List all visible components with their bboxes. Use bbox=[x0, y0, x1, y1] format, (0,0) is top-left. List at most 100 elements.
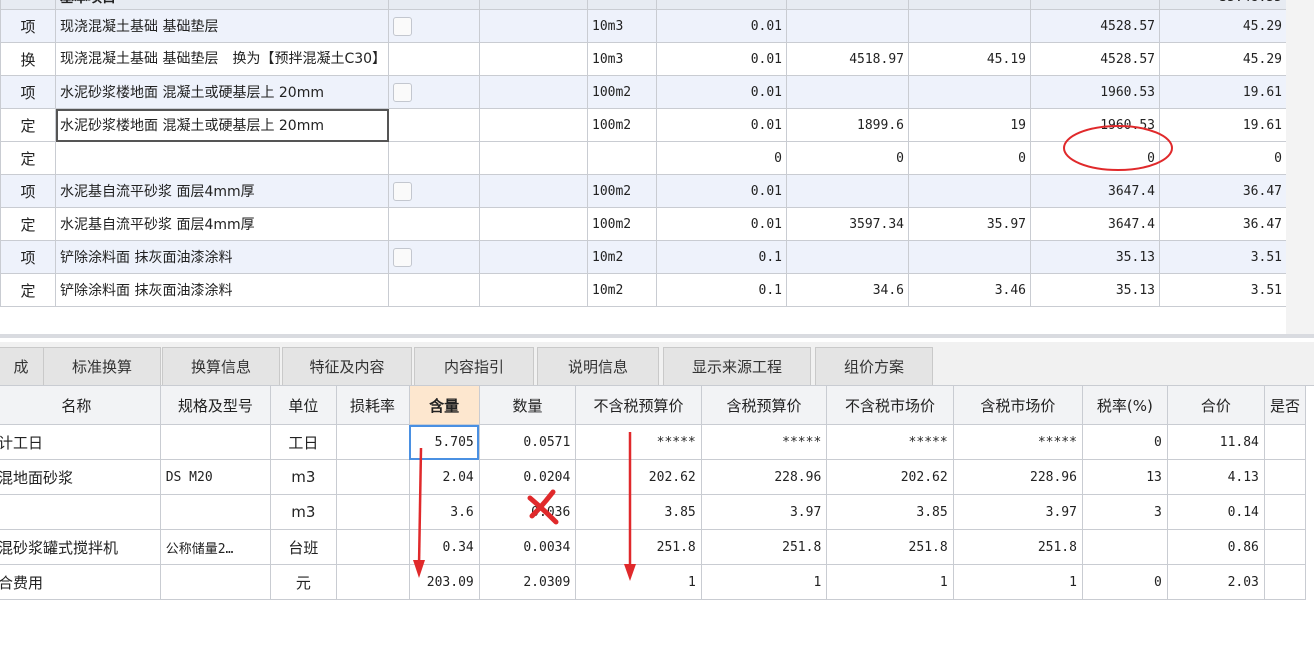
empty-cell[interactable] bbox=[479, 42, 588, 76]
resource-row[interactable]: 混地面砂浆 DS M20 m3 2.04 0.0204 202.62 228.96 202.6… bbox=[0, 459, 1307, 495]
quantity-cell[interactable]: 0.0571 bbox=[478, 424, 577, 460]
name-cell[interactable]: 计工日 bbox=[0, 424, 161, 460]
content-cell[interactable]: 203.09 bbox=[408, 564, 480, 600]
upper-table-row[interactable]: 项水泥基自流平砂浆 面层4mm厚 100m2 0.01 3647.4 36.47 bbox=[0, 174, 1287, 208]
extra-cell[interactable] bbox=[1263, 494, 1307, 530]
tab-3[interactable]: 特征及内容 bbox=[282, 347, 412, 385]
column-header[interactable]: 税率(%) bbox=[1081, 385, 1168, 425]
tab-1[interactable]: 标准换算 bbox=[43, 347, 161, 385]
total-cell[interactable]: 0.14 bbox=[1166, 494, 1265, 530]
tax-rate-cell[interactable] bbox=[1081, 529, 1168, 565]
loss-rate-cell[interactable] bbox=[335, 564, 410, 600]
total-cell[interactable]: 36.47 bbox=[1159, 174, 1287, 208]
unit-cell[interactable]: m3 bbox=[270, 459, 337, 495]
loss-rate-cell[interactable] bbox=[335, 494, 410, 530]
budget-price-excl-tax-cell[interactable]: 3.85 bbox=[575, 494, 702, 530]
row-type-cell[interactable]: 定 bbox=[0, 273, 56, 307]
item-name-cell[interactable]: 水泥基自流平砂浆 面层4mm厚 bbox=[55, 174, 389, 208]
comprehensive-price-cell[interactable]: 1960.53 bbox=[1030, 75, 1160, 109]
market-price-incl-tax-cell[interactable]: 251.8 bbox=[952, 529, 1083, 565]
tax-rate-cell[interactable]: 3 bbox=[1081, 494, 1168, 530]
quantity-cell[interactable]: 0.01 bbox=[656, 174, 787, 208]
quantity-cell[interactable]: 0.0204 bbox=[478, 459, 577, 495]
market-price-excl-tax-cell[interactable]: 1 bbox=[826, 564, 954, 600]
market-price-incl-tax-cell[interactable]: 3.97 bbox=[952, 494, 1083, 530]
upper-table-row[interactable]: 定铲除涂料面 抹灰面油漆涂料 10m2 0.1 34.6 3.46 35.13 3.51 bbox=[0, 273, 1287, 307]
total-cell[interactable]: 36.47 bbox=[1159, 207, 1287, 241]
quantity-cell[interactable]: 0.0034 bbox=[478, 529, 577, 565]
total-cell[interactable]: 45.29 bbox=[1159, 42, 1287, 76]
checkbox-cell[interactable] bbox=[388, 174, 480, 208]
loss-rate-cell[interactable] bbox=[335, 424, 410, 460]
content-cell[interactable]: 0.34 bbox=[408, 529, 480, 565]
upper-table-row[interactable]: 定水泥基自流平砂浆 面层4mm厚 100m2 0.01 3597.34 35.97 364… bbox=[0, 207, 1287, 241]
total-cell[interactable]: 19.61 bbox=[1159, 75, 1287, 109]
checkbox-cell[interactable] bbox=[388, 42, 480, 76]
row-type-cell[interactable]: 项 bbox=[0, 75, 56, 109]
empty-cell[interactable] bbox=[479, 207, 588, 241]
upper-table-row[interactable]: 项铲除涂料面 抹灰面油漆涂料 10m2 0.1 35.13 3.51 bbox=[0, 240, 1287, 274]
loss-rate-cell[interactable] bbox=[335, 529, 410, 565]
name-cell[interactable]: 混砂浆罐式搅拌机 bbox=[0, 529, 161, 565]
spec-cell[interactable]: 公称储量2… bbox=[159, 529, 272, 565]
column-header[interactable]: 含量 bbox=[408, 385, 480, 425]
item-name-cell[interactable]: 现浇混凝土基础 基础垫层 换为【预拌混凝土C30】 bbox=[55, 42, 389, 76]
tax-rate-cell[interactable]: 13 bbox=[1081, 459, 1168, 495]
total-cell[interactable]: 2.03 bbox=[1166, 564, 1265, 600]
tab-6[interactable]: 显示来源工程 bbox=[663, 347, 811, 385]
market-price-incl-tax-cell[interactable]: 228.96 bbox=[952, 459, 1083, 495]
row-type-cell[interactable]: 换 bbox=[0, 42, 56, 76]
unit-cell[interactable]: 元 bbox=[270, 564, 337, 600]
item-name-cell[interactable]: 水泥砂浆楼地面 混凝土或硬基层上 20mm bbox=[55, 75, 389, 109]
item-name-cell[interactable] bbox=[55, 141, 389, 175]
column-header[interactable]: 数量 bbox=[478, 385, 577, 425]
price-cell[interactable]: 35.97 bbox=[908, 207, 1031, 241]
price-cell[interactable]: 45.19 bbox=[908, 42, 1031, 76]
tax-rate-cell[interactable]: 0 bbox=[1081, 424, 1168, 460]
extra-cell[interactable] bbox=[1263, 459, 1307, 495]
price-cell[interactable] bbox=[908, 174, 1031, 208]
budget-price-incl-tax-cell[interactable]: 251.8 bbox=[700, 529, 828, 565]
row-type-cell[interactable]: 定 bbox=[0, 207, 56, 241]
resource-row[interactable]: 混砂浆罐式搅拌机 公称储量2… 台班 0.34 0.0034 251.8 251.8 251.… bbox=[0, 529, 1307, 565]
upper-table-row[interactable]: 定水泥砂浆楼地面 混凝土或硬基层上 20mm 100m2 0.01 1899.6 19 1… bbox=[0, 108, 1287, 142]
quantity-cell[interactable]: 0.01 bbox=[656, 42, 787, 76]
item-name-cell[interactable]: 水泥砂浆楼地面 混凝土或硬基层上 20mm bbox=[55, 108, 389, 142]
total-cell[interactable]: 19.61 bbox=[1159, 108, 1287, 142]
column-header[interactable]: 不含税市场价 bbox=[826, 385, 954, 425]
item-name-cell[interactable]: 铲除涂料面 抹灰面油漆涂料 bbox=[55, 273, 389, 307]
comprehensive-price-cell[interactable]: 3647.4 bbox=[1030, 174, 1160, 208]
tab-7[interactable]: 组价方案 bbox=[815, 347, 933, 385]
upper-table-row[interactable]: 项现浇混凝土基础 基础垫层 10m3 0.01 4528.57 45.29 bbox=[0, 9, 1287, 43]
column-header[interactable]: 单位 bbox=[270, 385, 337, 425]
unit-price-cell[interactable] bbox=[786, 75, 909, 109]
pane-splitter[interactable] bbox=[0, 334, 1314, 338]
budget-price-incl-tax-cell[interactable]: 228.96 bbox=[700, 459, 828, 495]
empty-cell[interactable] bbox=[479, 240, 588, 274]
item-name-cell[interactable]: 水泥基自流平砂浆 面层4mm厚 bbox=[55, 207, 389, 241]
total-cell[interactable]: 4.13 bbox=[1166, 459, 1265, 495]
budget-price-incl-tax-cell[interactable]: 1 bbox=[700, 564, 828, 600]
column-header[interactable]: 合价 bbox=[1166, 385, 1265, 425]
unit-cell[interactable]: 工日 bbox=[270, 424, 337, 460]
column-header[interactable]: 是否 bbox=[1263, 385, 1307, 425]
comprehensive-price-cell[interactable]: 3647.4 bbox=[1030, 207, 1160, 241]
budget-price-excl-tax-cell[interactable]: 251.8 bbox=[575, 529, 702, 565]
spec-cell[interactable] bbox=[159, 494, 272, 530]
unit-cell[interactable]: 10m2 bbox=[587, 240, 657, 274]
unit-cell[interactable] bbox=[587, 141, 657, 175]
column-header[interactable]: 名称 bbox=[0, 385, 161, 425]
unit-cell[interactable]: m3 bbox=[270, 494, 337, 530]
quantity-cell[interactable]: 0.01 bbox=[656, 108, 787, 142]
quantity-cell[interactable]: 0 bbox=[656, 141, 787, 175]
checkbox-cell[interactable] bbox=[388, 9, 480, 43]
unit-price-cell[interactable]: 3597.34 bbox=[786, 207, 909, 241]
row-type-cell[interactable]: 项 bbox=[0, 174, 56, 208]
total-cell[interactable]: 11.84 bbox=[1166, 424, 1265, 460]
upper-table-row[interactable]: 换现浇混凝土基础 基础垫层 换为【预拌混凝土C30】 10m3 0.01 4518.9… bbox=[0, 42, 1287, 76]
quantity-cell[interactable]: 2.0309 bbox=[478, 564, 577, 600]
content-cell[interactable]: 5.705 bbox=[408, 424, 480, 460]
unit-cell[interactable]: 100m2 bbox=[587, 207, 657, 241]
comprehensive-price-cell[interactable]: 4528.57 bbox=[1030, 9, 1160, 43]
empty-cell[interactable] bbox=[479, 141, 588, 175]
